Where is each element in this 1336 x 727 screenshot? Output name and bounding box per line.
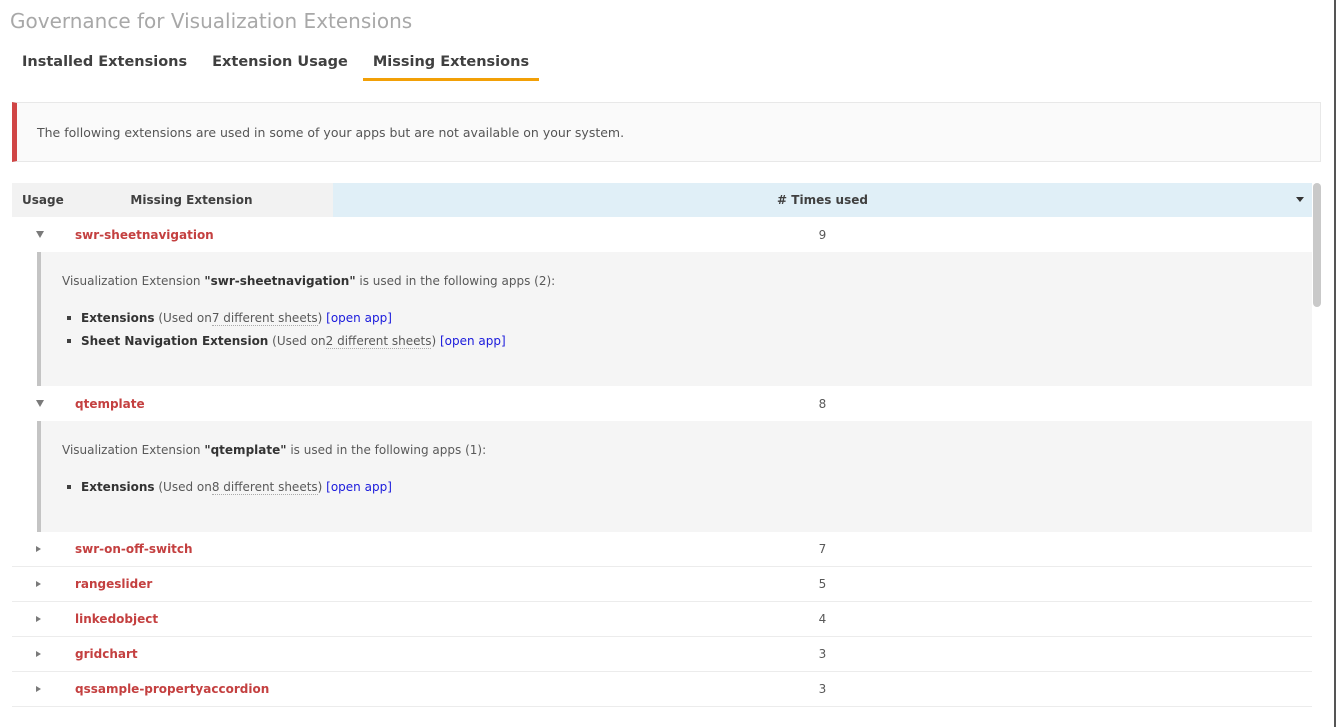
open-app-link[interactable]: [open app] bbox=[326, 311, 392, 325]
times-used-count: 4 bbox=[818, 612, 827, 626]
triangle-right-icon bbox=[36, 581, 41, 587]
app-name: Sheet Navigation Extension bbox=[81, 334, 269, 348]
extension-name[interactable]: swr-on-off-switch bbox=[74, 542, 333, 556]
app-usage-prefix: (Used on bbox=[268, 334, 326, 348]
extension-name[interactable]: swr-sheetnavigation bbox=[74, 228, 333, 242]
table-row: swr-on-off-switch 7 bbox=[12, 532, 1312, 567]
table-row: swr-sheetnavigation 9 bbox=[12, 217, 1312, 252]
table-row: rangeslider 5 bbox=[12, 567, 1312, 602]
extension-name[interactable]: qssample-propertyaccordion bbox=[74, 682, 333, 696]
triangle-right-icon bbox=[36, 616, 41, 622]
extension-name[interactable]: linkedobject bbox=[74, 612, 333, 626]
times-used-count: 8 bbox=[818, 396, 827, 411]
header-times-used[interactable]: # Times used bbox=[333, 183, 1312, 217]
app-name: Extensions bbox=[81, 480, 155, 494]
alert-text: The following extensions are used in som… bbox=[37, 124, 625, 140]
app-usage-suffix: ) bbox=[317, 311, 327, 325]
times-used-count: 5 bbox=[818, 577, 827, 591]
missing-extensions-table: Usage Missing Extension # Times used swr… bbox=[12, 183, 1312, 707]
app-list-item: Sheet Navigation Extension (Used on2 dif… bbox=[62, 334, 1312, 349]
collapse-toggle[interactable] bbox=[12, 231, 74, 238]
extension-detail-panel: Visualization Extension "swr-sheetnaviga… bbox=[37, 252, 1312, 386]
header-missing-extension[interactable]: Missing Extension bbox=[74, 183, 333, 217]
collapse-toggle[interactable] bbox=[12, 400, 74, 407]
sort-descending-icon[interactable] bbox=[1296, 197, 1304, 202]
app-list: Extensions (Used on7 different sheets) [… bbox=[62, 311, 1312, 349]
app-list-item: Extensions (Used on8 different sheets) [… bbox=[62, 480, 1312, 495]
app-usage-prefix: (Used on bbox=[154, 311, 212, 325]
expand-toggle[interactable] bbox=[12, 686, 74, 692]
detail-suffix: is used in the following apps (1): bbox=[286, 443, 487, 457]
expand-toggle[interactable] bbox=[12, 581, 74, 587]
header-times-used-label: # Times used bbox=[777, 193, 868, 207]
triangle-right-icon bbox=[36, 546, 41, 552]
detail-description: Visualization Extension "qtemplate" is u… bbox=[62, 443, 1312, 457]
triangle-right-icon bbox=[36, 686, 41, 692]
extension-name[interactable]: gridchart bbox=[74, 647, 333, 661]
times-used-count: 9 bbox=[818, 227, 827, 242]
app-sheet-count[interactable]: 7 different sheets bbox=[211, 311, 318, 326]
times-used-count: 7 bbox=[818, 542, 827, 556]
detail-suffix: is used in the following apps (2): bbox=[355, 274, 556, 288]
tab-bar: Installed Extensions Extension Usage Mis… bbox=[12, 50, 544, 81]
expand-toggle[interactable] bbox=[12, 616, 74, 622]
triangle-right-icon bbox=[36, 651, 41, 657]
page-title: Governance for Visualization Extensions bbox=[10, 9, 413, 33]
times-used-count: 3 bbox=[818, 682, 827, 696]
tab-installed-extensions[interactable]: Installed Extensions bbox=[12, 50, 197, 81]
times-used-count: 3 bbox=[818, 647, 827, 661]
app-list-item: Extensions (Used on7 different sheets) [… bbox=[62, 311, 1312, 326]
table-row: qssample-propertyaccordion 3 bbox=[12, 672, 1312, 707]
detail-prefix: Visualization Extension bbox=[62, 443, 205, 457]
app-usage-suffix: ) bbox=[317, 480, 327, 494]
app-usage-prefix: (Used on bbox=[154, 480, 212, 494]
app-usage-suffix: ) bbox=[431, 334, 440, 348]
header-usage[interactable]: Usage bbox=[12, 183, 74, 217]
detail-description: Visualization Extension "swr-sheetnaviga… bbox=[62, 274, 1312, 288]
missing-extensions-alert: The following extensions are used in som… bbox=[12, 102, 1321, 162]
table-scrollbar[interactable] bbox=[1313, 183, 1321, 307]
expand-toggle[interactable] bbox=[12, 651, 74, 657]
table-row: linkedobject 4 bbox=[12, 602, 1312, 637]
extension-detail-panel: Visualization Extension "qtemplate" is u… bbox=[37, 421, 1312, 532]
tab-extension-usage[interactable]: Extension Usage bbox=[202, 50, 358, 81]
triangle-down-icon bbox=[36, 231, 44, 238]
open-app-link[interactable]: [open app] bbox=[326, 480, 392, 494]
app-sheet-count[interactable]: 2 different sheets bbox=[325, 334, 432, 349]
expand-toggle[interactable] bbox=[12, 546, 74, 552]
extension-name[interactable]: qtemplate bbox=[74, 397, 333, 411]
open-app-link[interactable]: [open app] bbox=[440, 334, 506, 348]
detail-prefix: Visualization Extension bbox=[62, 274, 205, 288]
detail-extension-name: "qtemplate" bbox=[204, 443, 287, 457]
app-name: Extensions bbox=[81, 311, 155, 325]
table-header: Usage Missing Extension # Times used bbox=[12, 183, 1312, 217]
detail-extension-name: "swr-sheetnavigation" bbox=[204, 274, 356, 288]
extension-name[interactable]: rangeslider bbox=[74, 577, 333, 591]
app-list: Extensions (Used on8 different sheets) [… bbox=[62, 480, 1312, 495]
table-row: qtemplate 8 bbox=[12, 386, 1312, 421]
triangle-down-icon bbox=[36, 400, 44, 407]
app-sheet-count[interactable]: 8 different sheets bbox=[211, 480, 318, 495]
tab-missing-extensions[interactable]: Missing Extensions bbox=[362, 50, 540, 81]
table-row: gridchart 3 bbox=[12, 637, 1312, 672]
